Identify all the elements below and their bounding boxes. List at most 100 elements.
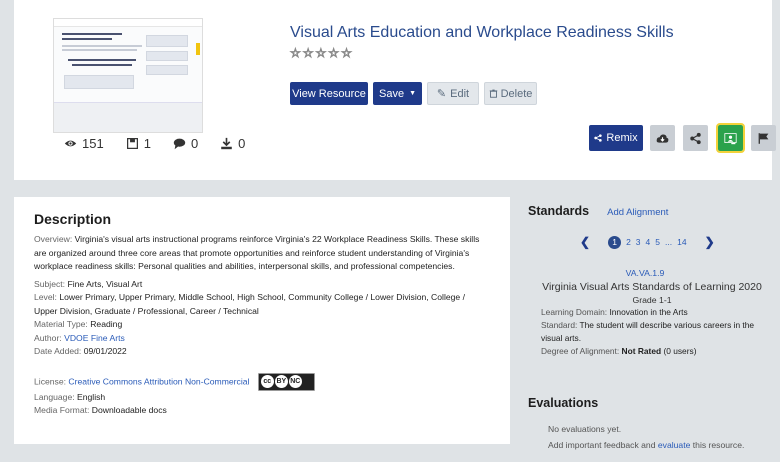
star-icon[interactable]: ☆ (315, 46, 327, 61)
evaluations-heading: Evaluations (528, 396, 599, 410)
star-icon[interactable]: ☆ (341, 46, 353, 61)
media-key: Media Format: (34, 405, 90, 415)
comments-stat: 0 (173, 136, 198, 151)
material-value: Reading (90, 319, 123, 329)
google-classroom-icon (724, 132, 737, 144)
author-key: Author: (34, 332, 62, 343)
material-key: Material Type: (34, 319, 88, 329)
remix-label: Remix (606, 132, 638, 144)
page-link[interactable]: 14 (677, 237, 686, 247)
save-dropdown-button[interactable]: Save ▼ (373, 82, 422, 105)
view-resource-button[interactable]: View Resource (290, 82, 368, 105)
saves-count: 1 (143, 136, 151, 151)
remix-button[interactable]: Remix (589, 125, 643, 151)
license-link[interactable]: Creative Commons Attribution Non-Commerc… (68, 376, 249, 386)
level-value: Lower Primary, Upper Primary, Middle Sch… (34, 292, 465, 316)
page-link[interactable]: 2 (626, 237, 631, 247)
page-ellipsis: ... (665, 237, 673, 247)
star-icon[interactable]: ☆ (302, 46, 314, 61)
language-key: Language: (34, 391, 75, 402)
level-key: Level: (34, 292, 57, 302)
delete-label: Delete (500, 87, 533, 100)
evaluate-prompt-post: this resource. (692, 440, 745, 450)
eye-icon (64, 140, 77, 147)
learning-domain-row: Learning Domain: Innovation in the Arts (541, 306, 765, 319)
edit-label: Edit (450, 87, 470, 100)
overview-text: Overview: Virginia's visual arts instruc… (34, 233, 490, 274)
nc-icon: NC (288, 375, 302, 388)
domain-key: Learning Domain: (541, 307, 608, 317)
resource-card: 151 1 0 0 Visual Arts Education and Work… (14, 0, 776, 180)
resource-stats: 151 1 0 0 (64, 136, 245, 151)
cloud-download-icon (656, 133, 669, 143)
save-label: Save (378, 87, 405, 100)
domain-value: Innovation in the Arts (609, 307, 688, 317)
date-key: Date Added: (34, 346, 82, 356)
caret-down-icon: ▼ (409, 90, 416, 97)
comment-icon (173, 138, 186, 150)
license-row: License: Creative Commons Attribution No… (34, 372, 490, 391)
by-icon: BY (274, 375, 288, 388)
degree-users: (0 users) (663, 346, 697, 356)
standard-row: Standard: The student will describe vari… (541, 319, 765, 345)
save-icon (126, 138, 138, 149)
media-value: Downloadable docs (91, 405, 167, 415)
subject-value: Fine Arts, Visual Art (67, 278, 143, 289)
add-alignment-link[interactable]: Add Alignment (607, 207, 668, 218)
page-link[interactable]: 4 (646, 237, 651, 247)
standard-grade: Grade 1-1 (632, 295, 672, 305)
delete-button[interactable]: Delete (484, 82, 537, 105)
evaluation-prompt: Add important feedback and evaluate this… (548, 440, 744, 450)
cloud-download-button[interactable] (650, 125, 675, 151)
standards-header: Standards Add Alignment (528, 204, 668, 218)
rating-stars[interactable]: ☆ ☆ ☆ ☆ ☆ (290, 46, 353, 61)
cc-license-badge[interactable]: cc BY NC (257, 372, 315, 391)
cc-icon: cc (260, 375, 274, 388)
standard-key: Standard: (541, 320, 578, 330)
resource-title[interactable]: Visual Arts Education and Workplace Read… (290, 24, 674, 42)
subject-row: Subject: Fine Arts, Visual Art (34, 278, 490, 292)
flag-button[interactable] (751, 125, 776, 151)
description-card: Description Overview: Virginia's visual … (14, 197, 510, 444)
language-value: English (77, 391, 106, 402)
page-link[interactable]: 3 (636, 237, 641, 247)
chevron-right-icon[interactable]: ❯ (705, 235, 715, 249)
standard-set-name: Virginia Visual Arts Standards of Learni… (542, 281, 762, 293)
language-row: Language: English (34, 391, 490, 405)
standard-code-link[interactable]: VA.VA.1.9 (528, 268, 762, 278)
resource-thumbnail[interactable] (53, 18, 203, 133)
description-heading: Description (34, 211, 112, 227)
evaluate-prompt-pre: Add important feedback and (548, 440, 656, 450)
page-link[interactable]: 5 (655, 237, 660, 247)
remix-share-icon (594, 134, 603, 142)
media-row: Media Format: Downloadable docs (34, 404, 490, 418)
share-button[interactable] (683, 125, 708, 151)
views-stat: 151 (64, 136, 104, 151)
degree-value: Not Rated (621, 346, 662, 356)
evaluate-link[interactable]: evaluate (658, 440, 691, 450)
author-row: Author: VDOE Fine Arts (34, 332, 490, 346)
comments-count: 0 (190, 136, 199, 151)
author-link[interactable]: VDOE Fine Arts (64, 333, 125, 343)
views-count: 151 (82, 136, 104, 151)
download-icon (221, 137, 232, 150)
share-icon (690, 132, 701, 144)
material-row: Material Type: Reading (34, 318, 490, 332)
star-icon[interactable]: ☆ (328, 46, 340, 61)
downloads-stat: 0 (220, 136, 245, 151)
no-evaluations-text: No evaluations yet. (548, 424, 622, 434)
standards-pager: ❮ 1 2 3 4 5 ... 14 ❯ (580, 235, 715, 249)
chevron-left-icon[interactable]: ❮ (580, 235, 590, 249)
google-classroom-button[interactable] (716, 123, 745, 153)
downloads-count: 0 (238, 136, 246, 151)
saves-stat: 1 (126, 136, 151, 151)
star-icon[interactable]: ☆ (290, 46, 302, 61)
pencil-icon: ✎ (436, 88, 447, 100)
level-row: Level: Lower Primary, Upper Primary, Mid… (34, 291, 490, 318)
edit-button[interactable]: ✎ Edit (427, 82, 479, 105)
degree-key: Degree of Alignment: (541, 346, 620, 356)
standard-details: Learning Domain: Innovation in the Arts … (541, 306, 765, 358)
page-current[interactable]: 1 (608, 235, 622, 249)
flag-icon (758, 132, 769, 144)
subject-key: Subject: (34, 278, 66, 289)
